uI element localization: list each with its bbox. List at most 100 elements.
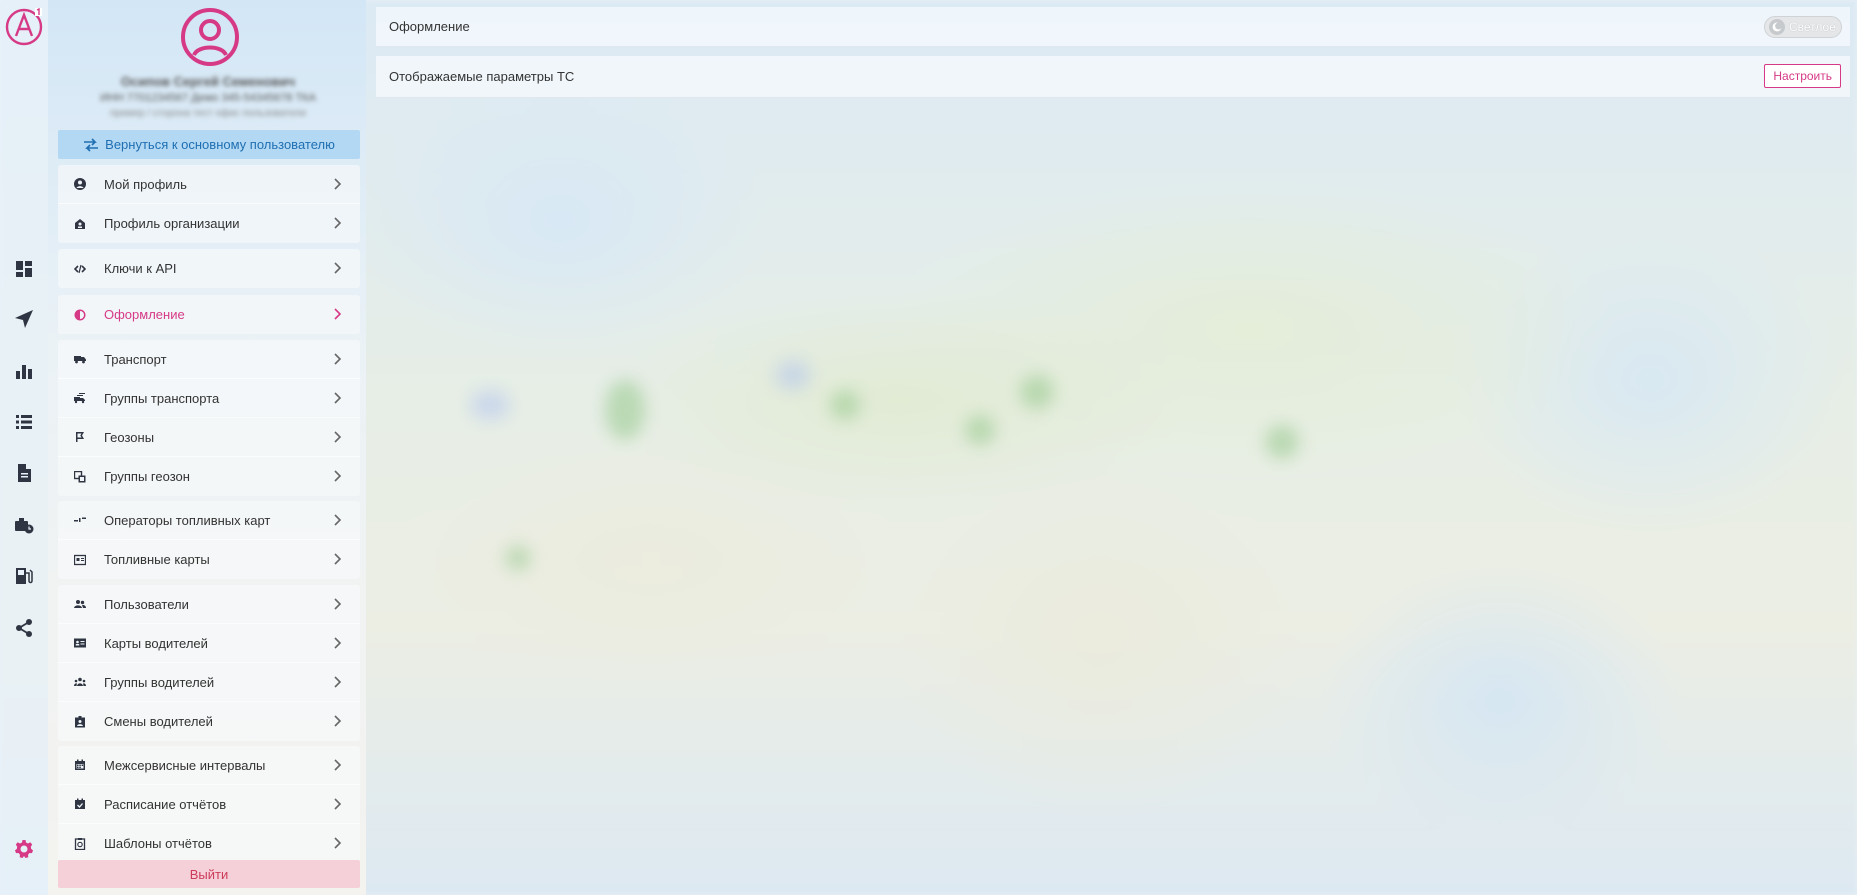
chevron-right-icon — [332, 470, 342, 482]
theme-toggle-label: Светлое — [1789, 20, 1836, 34]
swap-arrows-icon — [84, 137, 99, 152]
user-circle-icon — [180, 7, 240, 67]
map-blur-spot — [505, 545, 531, 571]
chevron-right-icon — [332, 178, 342, 190]
map-blur-spot — [605, 380, 645, 440]
chevron-right-icon — [332, 759, 342, 771]
menu-item-report-schedule[interactable]: Расписание отчётов — [58, 785, 360, 824]
chevron-right-icon — [332, 837, 342, 849]
map-blur-spot — [775, 360, 811, 390]
bar-chart-icon[interactable] — [12, 359, 36, 383]
menu-item-driver-groups[interactable]: Группы водителей — [58, 663, 360, 702]
menu-item-label: Группы водителей — [104, 674, 215, 690]
menu-item-driver-shifts[interactable]: Смены водителей — [58, 702, 360, 741]
chevron-right-icon — [332, 598, 342, 610]
menu-item-fuel-card-operators[interactable]: Операторы топливных карт — [58, 501, 360, 540]
user-circle-icon — [72, 176, 88, 192]
chevron-right-icon — [332, 637, 342, 649]
list-icon[interactable] — [12, 410, 36, 434]
menu-item-geozone-groups[interactable]: Группы геозон — [58, 457, 360, 496]
share-icon[interactable] — [12, 616, 36, 640]
menu-group-api: Ключи к API — [58, 249, 360, 288]
icon-rail — [0, 0, 48, 895]
user-subtitle: пример / сторона тест офис пользователи — [110, 108, 306, 119]
chevron-right-icon — [332, 392, 342, 404]
menu-item-transport[interactable]: Транспорт — [58, 340, 360, 379]
chevron-right-icon — [332, 676, 342, 688]
menu-item-appearance[interactable]: Оформление — [58, 295, 360, 334]
menu-item-transport-groups[interactable]: Группы транспорта — [58, 379, 360, 418]
menu-item-label: Группы транспорта — [104, 390, 220, 406]
settings-sidebar: Осипов Сергей Семенович ИНН 7701234567 Д… — [48, 0, 366, 895]
menu-group-fuel: Операторы топливных карт Топливные карты — [58, 501, 360, 579]
half-circle-icon — [72, 307, 88, 323]
vehicle-params-row: Отображаемые параметры ТС Настроить — [376, 56, 1850, 98]
driver-card-icon — [72, 635, 88, 651]
menu-item-label: Профиль организации — [104, 216, 240, 231]
app-logo-icon[interactable] — [4, 6, 44, 46]
chevron-right-icon — [332, 798, 342, 810]
briefcase-clock-icon[interactable] — [12, 513, 36, 537]
map-blur-spot — [830, 390, 860, 420]
gear-icon[interactable] — [12, 837, 36, 861]
user-name: Осипов Сергей Семенович — [120, 74, 296, 89]
menu-item-geozones[interactable]: Геозоны — [58, 418, 360, 457]
report-template-icon — [72, 836, 88, 852]
menu-group-profile: Мой профиль Профиль организации — [58, 165, 360, 243]
menu-item-label: Геозоны — [104, 429, 155, 445]
fuel-operator-icon — [72, 512, 88, 528]
menu-item-label: Ключи к API — [104, 261, 177, 276]
menu-group-users: Пользователи Карты водителей Группы води… — [58, 585, 360, 741]
menu-item-label: Расписание отчётов — [104, 796, 227, 812]
return-to-main-user-button[interactable]: Вернуться к основному пользователю — [58, 130, 360, 159]
menu-item-organization-profile[interactable]: Профиль организации — [58, 204, 360, 243]
dashboard-icon[interactable] — [12, 257, 36, 281]
map-blur-spot — [1265, 425, 1299, 459]
appearance-label: Оформление — [389, 19, 470, 34]
map-blur-spot — [470, 390, 510, 420]
menu-item-report-templates[interactable]: Шаблоны отчётов — [58, 824, 360, 863]
building-user-icon — [72, 216, 88, 232]
user-organization: ИНН 7701234567 Демо 345-54345678 ТКА — [100, 92, 316, 104]
geozone-icon — [72, 429, 88, 445]
menu-item-label: Межсервисные интервалы — [104, 757, 266, 773]
menu-group-appearance: Оформление — [58, 295, 360, 334]
chevron-right-icon — [332, 217, 342, 229]
code-icon — [72, 261, 88, 277]
menu-item-fuel-cards[interactable]: Топливные карты — [58, 540, 360, 579]
menu-item-label: Топливные карты — [104, 552, 210, 567]
logout-button[interactable]: Выйти — [58, 860, 360, 888]
menu-item-label: Карты водителей — [104, 635, 208, 651]
menu-item-label: Пользователи — [104, 596, 189, 612]
menu-item-label: Шаблоны отчётов — [104, 836, 212, 851]
geozone-group-icon — [72, 469, 88, 485]
fuel-card-icon — [72, 552, 88, 568]
theme-toggle[interactable]: Светлое — [1764, 16, 1842, 38]
menu-item-users[interactable]: Пользователи — [58, 585, 360, 624]
chevron-right-icon — [332, 431, 342, 443]
menu-item-my-profile[interactable]: Мой профиль — [58, 165, 360, 204]
fuel-station-icon[interactable] — [12, 564, 36, 588]
driver-shift-icon — [72, 714, 88, 730]
chevron-right-icon — [332, 353, 342, 365]
menu-item-label: Группы геозон — [104, 469, 190, 484]
chevron-right-icon — [332, 308, 342, 320]
chevron-right-icon — [332, 553, 342, 565]
menu-item-service-intervals[interactable]: Межсервисные интервалы — [58, 746, 360, 785]
calendar-check-icon — [72, 796, 88, 812]
navigation-arrow-icon[interactable] — [12, 307, 36, 331]
chevron-right-icon — [332, 514, 342, 526]
menu-group-reports: Межсервисные интервалы Расписание отчёто… — [58, 746, 360, 863]
menu-item-label: Транспорт — [104, 351, 167, 367]
users-icon — [72, 596, 88, 612]
truck-icon — [72, 351, 88, 367]
vehicle-params-label: Отображаемые параметры ТС — [389, 69, 575, 84]
chevron-right-icon — [332, 715, 342, 727]
menu-item-driver-cards[interactable]: Карты водителей — [58, 624, 360, 663]
document-icon[interactable] — [12, 461, 36, 485]
driver-group-icon — [72, 674, 88, 690]
configure-button[interactable]: Настроить — [1764, 64, 1841, 88]
return-button-label: Вернуться к основному пользователю — [105, 137, 335, 152]
appearance-row: Оформление Светлое — [376, 7, 1850, 47]
menu-item-api-keys[interactable]: Ключи к API — [58, 249, 360, 288]
